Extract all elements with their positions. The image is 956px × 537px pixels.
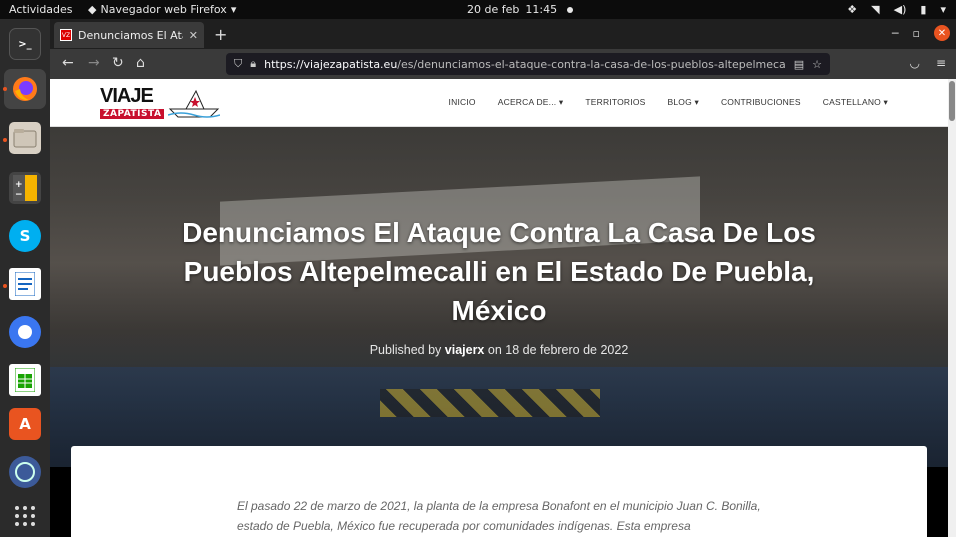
running-indicator (3, 284, 7, 288)
writer-icon[interactable] (9, 268, 41, 300)
menu-item-blog[interactable]: BLOG ▾ (668, 97, 699, 108)
running-indicator (3, 138, 7, 142)
system-top-bar: Actividades ◆ Navegador web Firefox ▾ 20… (0, 0, 956, 19)
logo-zapatista-text: ZAPATISTA (100, 109, 165, 119)
browser-tab[interactable]: VZ Denunciamos El Ataque C ✕ (54, 22, 204, 48)
site-header: VIAJE ZAPATISTA INICIO ACERCA DE... ▾ TE… (50, 79, 948, 127)
chevron-down-icon: ▾ (558, 97, 564, 107)
menu-item-acerca[interactable]: ACERCA DE... ▾ (498, 97, 564, 108)
shield-icon[interactable]: ⛉ (234, 57, 242, 71)
lock-icon[interactable]: 🔒︎ (250, 57, 256, 71)
menu-item-inicio[interactable]: INICIO (449, 97, 476, 108)
window-controls: ─ ▫ ✕ (892, 25, 950, 41)
article-title: Denunciamos El Ataque Contra La Casa De … (182, 217, 816, 326)
logo-viaje-text: VIAJE (100, 85, 154, 107)
tab-bar: VZ Denunciamos El Ataque C ✕ + ─ ▫ ✕ (50, 19, 956, 49)
software-store-icon[interactable]: A (9, 408, 41, 440)
signal-icon[interactable] (9, 316, 41, 348)
volume-icon: ◀) (893, 3, 907, 16)
svg-text:−: − (15, 190, 23, 200)
reload-button[interactable]: ↻ (112, 55, 124, 71)
chevron-down-icon: ▾ (694, 97, 699, 107)
battery-icon: ▮ (920, 3, 927, 16)
chevron-down-icon: ▾ (883, 97, 888, 107)
author-link[interactable]: viajerx (445, 343, 485, 357)
date-prefix: on (487, 343, 502, 357)
maximize-button[interactable]: ▫ (913, 27, 920, 40)
menu-item-contribuciones[interactable]: CONTRIBUCIONES (721, 97, 801, 108)
home-button[interactable]: ⌂ (136, 55, 145, 71)
web-page: VIAJE ZAPATISTA INICIO ACERCA DE... ▾ TE… (50, 79, 948, 537)
bookmark-star-icon[interactable]: ☆ (812, 58, 822, 71)
tab-title: Denunciamos El Ataque C (78, 28, 183, 42)
terminal-icon[interactable]: >_ (9, 28, 41, 60)
dropbox-icon[interactable]: ❖ (847, 3, 857, 16)
reader-view-icon[interactable]: ▤ (794, 58, 804, 71)
dock: >_ + − S A (0, 19, 50, 537)
clock-time: 11:45 (525, 3, 558, 16)
menu-item-castellano[interactable]: CASTELLANO ▾ (823, 97, 888, 108)
page-scrollbar[interactable] (948, 79, 956, 537)
site-favicon-icon: VZ (60, 29, 72, 41)
nav-bar: ← → ↻ ⌂ ⛉ 🔒︎ https://viajezapatista.eu/e… (50, 49, 956, 79)
calculator-icon[interactable]: + − (9, 172, 41, 204)
site-logo[interactable]: VIAJE ZAPATISTA (98, 85, 222, 121)
article-intro: El pasado 22 de marzo de 2021, la planta… (237, 499, 761, 533)
published-by-label: Published by (369, 343, 442, 357)
notification-dot-icon (567, 6, 574, 13)
clock[interactable]: 20 de feb 11:45 (467, 3, 574, 16)
show-apps-grid-icon[interactable] (9, 500, 41, 532)
menu-item-label: ACERCA DE... (497, 97, 557, 107)
back-button[interactable]: ← (62, 55, 74, 71)
menu-item-label: BLOG (667, 97, 692, 107)
firefox-icon[interactable] (4, 69, 46, 109)
svg-text:+: + (15, 180, 23, 190)
menu-item-territorios[interactable]: TERRITORIOS (585, 97, 645, 108)
clock-date: 20 de feb (467, 3, 520, 16)
chevron-down-icon: ▾ (940, 3, 946, 16)
article-date: 18 de febrero de 2022 (505, 343, 629, 357)
hero-photo-stripes (380, 389, 600, 417)
article-meta: Published by viajerx on 18 de febrero de… (160, 343, 838, 357)
wifi-icon: ◥ (871, 3, 880, 16)
app-menu-label: Navegador web Firefox (100, 3, 227, 16)
close-window-button[interactable]: ✕ (934, 25, 950, 41)
minimize-button[interactable]: ─ (892, 27, 899, 40)
toolbar-right: ◡ ≡ (909, 56, 946, 70)
url-text[interactable]: https://viajezapatista.eu/es/denunciamos… (264, 58, 786, 71)
main-menu: INICIO ACERCA DE... ▾ TERRITORIOS BLOG ▾… (449, 97, 888, 108)
remmina-icon[interactable] (9, 456, 41, 488)
firefox-small-icon: ◆ (88, 3, 97, 16)
url-host: https://viajezapatista.eu (264, 57, 398, 71)
system-tray[interactable]: ❖ ◥ ◀) ▮ ▾ (847, 3, 946, 16)
close-tab-icon[interactable]: ✕ (189, 29, 198, 42)
running-indicator (3, 87, 7, 91)
hamburger-menu-icon[interactable]: ≡ (936, 56, 946, 70)
app-menu[interactable]: ◆ Navegador web Firefox ▾ (88, 3, 236, 16)
calc-spreadsheet-icon[interactable] (9, 364, 41, 396)
files-icon[interactable] (9, 122, 41, 154)
skype-icon[interactable]: S (9, 220, 41, 252)
forward-button[interactable]: → (88, 55, 100, 71)
menu-item-label: CASTELLANO (822, 97, 881, 107)
activities-button[interactable]: Actividades (9, 3, 73, 16)
hero-banner: Denunciamos El Ataque Contra La Casa De … (50, 127, 948, 467)
paper-boat-icon (168, 89, 220, 118)
url-bar[interactable]: ⛉ 🔒︎ https://viajezapatista.eu/es/denunc… (226, 53, 830, 75)
new-tab-button[interactable]: + (214, 25, 227, 44)
url-path: /es/denunciamos-el-ataque-contra-la-casa… (397, 57, 786, 71)
scrollbar-thumb[interactable] (949, 81, 955, 121)
article-content: El pasado 22 de marzo de 2021, la planta… (71, 446, 927, 537)
pocket-icon[interactable]: ◡ (909, 56, 919, 70)
chevron-down-icon: ▾ (230, 3, 237, 16)
